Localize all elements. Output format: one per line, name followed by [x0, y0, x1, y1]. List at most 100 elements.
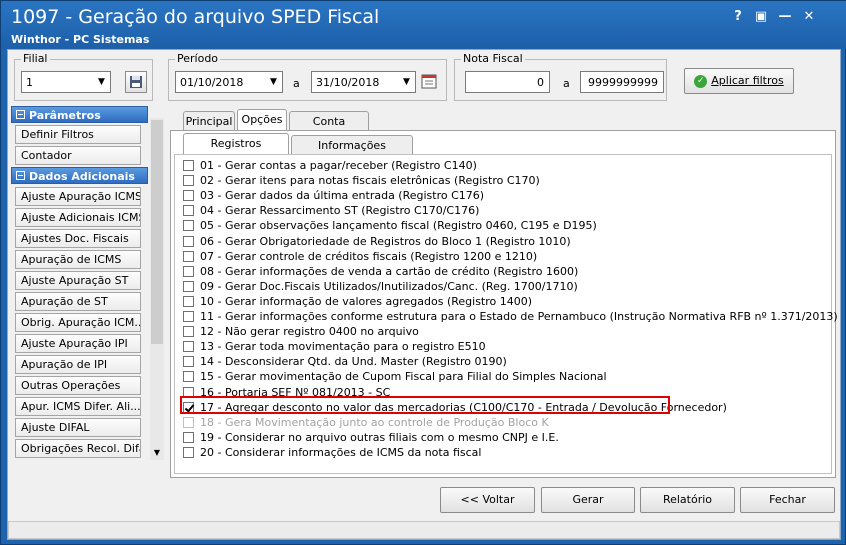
option-label: 10 - Gerar informação de valores agregad… [200, 294, 533, 308]
restore-icon[interactable]: ▣ [751, 7, 771, 27]
sidebar-item-definir-filtros[interactable]: Definir Filtros [15, 125, 141, 144]
sidebar-item[interactable]: Obrig. Apuração ICM... [15, 313, 141, 332]
option-checkbox[interactable] [183, 356, 194, 368]
option-checkbox[interactable] [183, 326, 194, 338]
periodo-start-date[interactable]: 01/10/2018 ▼ [175, 71, 283, 93]
category-parametros-label: Parâmetros [29, 109, 101, 122]
sidebar-item[interactable]: Ajuste Apuração IPI [15, 334, 141, 353]
apply-filters-label: Aplicar filtros [711, 74, 784, 87]
chevron-down-icon[interactable]: ▼ [93, 72, 110, 92]
tab-opcoes[interactable]: Opções [237, 109, 287, 131]
close-button[interactable]: ✕ [799, 7, 819, 27]
periodo-end-value: 31/10/2018 [316, 76, 380, 89]
option-label: 11 - Gerar informações conforme estrutur… [200, 310, 838, 323]
option-checkbox[interactable] [183, 416, 194, 428]
option-checkbox[interactable] [183, 280, 194, 292]
option-label: 05 - Gerar observações lançamento fiscal… [200, 219, 597, 233]
option-label: 02 - Gerar itens para notas fiscais elet… [200, 174, 540, 188]
calendar-icon [421, 74, 437, 89]
option-checkbox[interactable] [183, 205, 194, 217]
option-checkbox[interactable] [183, 446, 194, 458]
calendar-button[interactable] [419, 71, 439, 93]
option-label: 03 - Gerar dados da última entrada (Regi… [200, 189, 485, 203]
option-checkbox[interactable] [183, 250, 194, 262]
option-label: 13 - Gerar toda movimentação para o regi… [200, 340, 486, 354]
sidebar: Parâmetros Definir Filtros Contador Dado… [11, 106, 164, 460]
filial-group: Filial 1 ▼ [14, 52, 153, 101]
tab-conta-contabil[interactable]: Conta Contábil [289, 111, 369, 147]
category-dados-adicionais[interactable]: Dados Adicionais [11, 167, 148, 184]
periodo-label: Período [175, 52, 221, 65]
sidebar-item[interactable]: Apuração de ICMS [15, 250, 141, 269]
filial-value: 1 [26, 76, 33, 89]
option-checkbox[interactable] [183, 175, 194, 187]
window-subtitle: Winthor - PC Sistemas [11, 33, 150, 46]
option-label: 19 - Considerar no arquivo outras filiai… [200, 430, 559, 444]
tab-principal[interactable]: Principal [183, 111, 235, 131]
category-dados-label: Dados Adicionais [29, 170, 135, 183]
filial-label: Filial [21, 52, 50, 65]
highlight-box [180, 396, 670, 414]
option-checkbox[interactable] [183, 371, 194, 383]
option-checkbox[interactable] [183, 220, 194, 232]
nota-end-value: 9999999999 [588, 76, 658, 89]
periodo-group: Período 01/10/2018 ▼ a 31/10/2018 ▼ [168, 52, 447, 101]
minimize-button[interactable]: — [775, 7, 795, 27]
sidebar-item[interactable]: Obrigações Recol. Difal [15, 439, 141, 458]
option-checkbox[interactable] [183, 431, 194, 443]
floppy-icon [130, 76, 142, 88]
option-label: 12 - Não gerar registro 0400 no arquivo [200, 325, 419, 339]
save-button[interactable] [125, 71, 147, 93]
back-button[interactable]: << Voltar [440, 487, 535, 513]
option-label: 14 - Desconsiderar Qtd. da Und. Master (… [200, 355, 507, 369]
chevron-down-icon[interactable]: ▼ [398, 72, 415, 92]
option-label: 01 - Gerar contas a pagar/receber (Regis… [200, 159, 477, 172]
filial-select[interactable]: 1 ▼ [21, 71, 111, 93]
periodo-end-date[interactable]: 31/10/2018 ▼ [311, 71, 416, 93]
apply-filters-button[interactable]: ✓ Aplicar filtros [684, 68, 794, 94]
nota-end-input[interactable]: 9999999999 [580, 71, 664, 93]
collapse-icon [16, 171, 25, 180]
report-button[interactable]: Relatório [640, 487, 735, 513]
sidebar-item-contador[interactable]: Contador [15, 146, 141, 165]
scroll-thumb[interactable] [151, 120, 163, 344]
chevron-down-icon[interactable]: ▼ [265, 72, 282, 92]
chevron-down-icon[interactable]: ▼ [150, 446, 164, 460]
periodo-start-value: 01/10/2018 [180, 76, 244, 89]
sidebar-item[interactable]: Ajuste Apuração ST [15, 271, 141, 290]
option-label: 08 - Gerar informações de venda a cartão… [200, 264, 579, 278]
sidebar-item[interactable]: Apuração de IPI [15, 355, 141, 374]
option-checkbox[interactable] [183, 341, 194, 353]
window-title: 1097 - Geração do arquivo SPED Fiscal [11, 6, 380, 28]
generate-button[interactable]: Gerar [541, 487, 635, 513]
sidebar-item[interactable]: Ajustes Doc. Fiscais [15, 229, 141, 248]
sidebar-item[interactable]: Ajuste Adicionais ICMS [15, 208, 141, 227]
opcoes-panel: Registros opcionais Informações adiciona… [170, 130, 838, 478]
nota-label: Nota Fiscal [461, 52, 525, 65]
main-window: 1097 - Geração do arquivo SPED Fiscal Wi… [0, 0, 846, 545]
sidebar-item[interactable]: Apur. ICMS Difer. Ali... [15, 397, 141, 416]
subtab-informacoes-adicionais[interactable]: Informações adicionais [291, 135, 413, 171]
option-label: 20 - Considerar informações de ICMS da n… [200, 445, 482, 459]
sidebar-item[interactable]: Apuração de ST [15, 292, 141, 311]
sidebar-item[interactable]: Ajuste DIFAL [15, 418, 141, 437]
option-checkbox[interactable] [183, 190, 194, 202]
sidebar-item[interactable]: Outras Operações [15, 376, 141, 395]
option-label: 04 - Gerar Ressarcimento ST (Registro C1… [200, 204, 480, 218]
nota-start-input[interactable]: 0 [465, 71, 550, 93]
nota-start-value: 0 [537, 76, 544, 89]
subtab-registros-opcionais[interactable]: Registros opcionais [183, 133, 289, 169]
sidebar-scrollbar[interactable]: ▼ [150, 118, 164, 460]
option-checkbox[interactable] [183, 160, 194, 171]
category-parametros[interactable]: Parâmetros [11, 106, 148, 123]
option-checkbox[interactable] [183, 311, 194, 322]
option-label: 15 - Gerar movimentação de Cupom Fiscal … [200, 370, 607, 384]
option-checkbox[interactable] [183, 295, 194, 307]
help-button[interactable]: ? [728, 7, 748, 27]
close-app-button[interactable]: Fechar [740, 487, 835, 513]
sidebar-item[interactable]: Ajuste Apuração ICMS [15, 187, 141, 206]
option-checkbox[interactable] [183, 235, 194, 247]
nota-group: Nota Fiscal 0 a 9999999999 [454, 52, 667, 101]
option-checkbox[interactable] [183, 265, 194, 277]
title-bar: 1097 - Geração do arquivo SPED Fiscal Wi… [1, 1, 846, 49]
